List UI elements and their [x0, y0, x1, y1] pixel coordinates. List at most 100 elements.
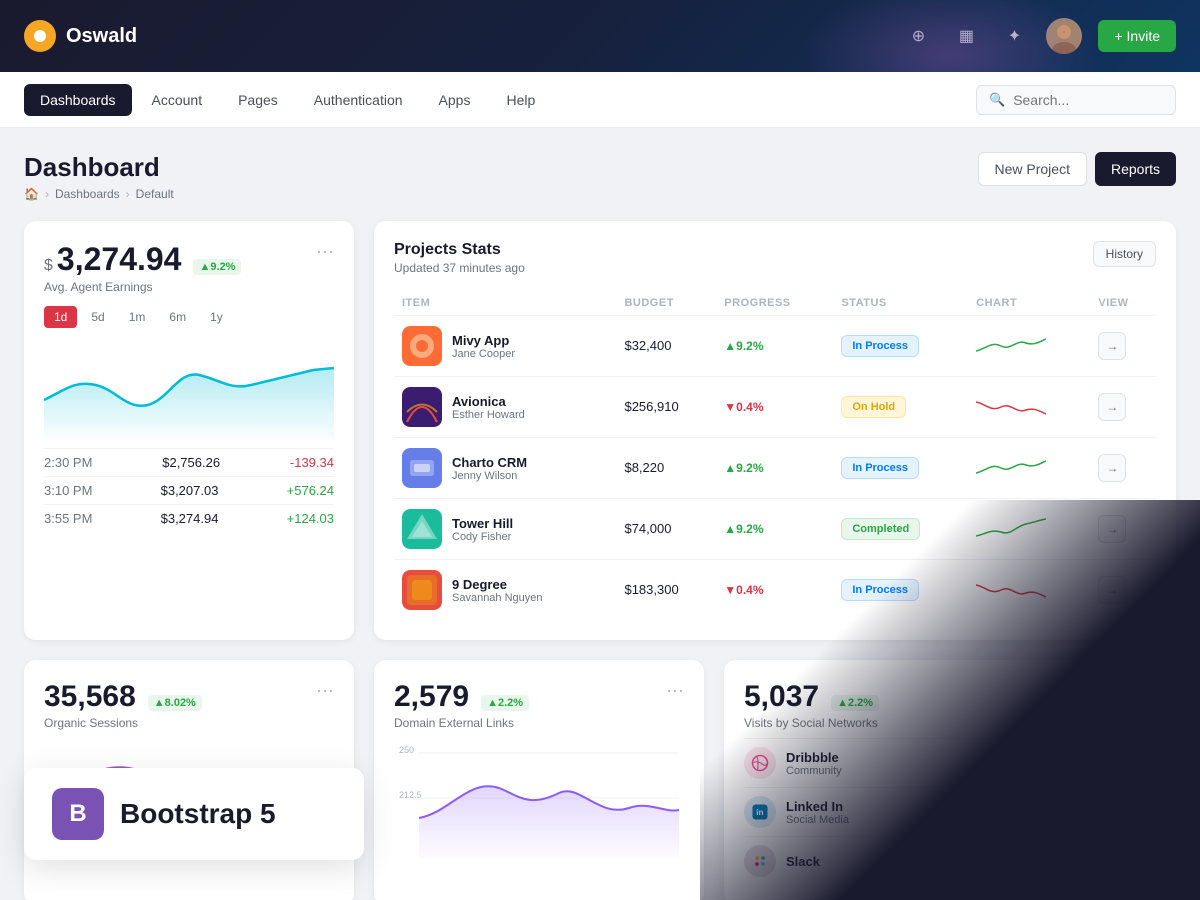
tablet-icon[interactable]: ▦	[950, 20, 982, 52]
nav-account[interactable]: Account	[136, 84, 219, 116]
organic-value: 35,568	[44, 680, 136, 714]
table-row: Mivy AppJane Cooper $32,400 ▲9.2% In Pro…	[394, 316, 1156, 377]
time-row-1: 2:30 PM $2,756.26 -139.34	[44, 448, 334, 476]
nav-help[interactable]: Help	[490, 84, 551, 116]
organic-more-button[interactable]: ···	[316, 680, 334, 701]
domain-links-card: 2,579 ▲2.2% Domain External Links ··· 2	[374, 660, 704, 900]
avatar[interactable]	[1046, 18, 1082, 54]
linkedin-icon: in	[744, 796, 776, 828]
earnings-info: $ 3,274.94 ▲9.2% Avg. Agent Earnings	[44, 241, 241, 294]
bootstrap-label: Bootstrap 5	[120, 798, 276, 830]
projects-card: Projects Stats Updated 37 minutes ago Hi…	[374, 221, 1176, 640]
nav-pages[interactable]: Pages	[222, 84, 294, 116]
projects-info: Projects Stats Updated 37 minutes ago	[394, 241, 525, 275]
mask-icon[interactable]: ⊕	[902, 20, 934, 52]
projects-updated: Updated 37 minutes ago	[394, 261, 525, 275]
period-1y[interactable]: 1y	[200, 306, 233, 328]
earnings-more-button[interactable]: ···	[316, 241, 334, 262]
domain-label: Domain External Links	[394, 716, 529, 730]
breadcrumb: 🏠 › Dashboards › Default	[24, 187, 174, 201]
header-buttons: New Project Reports	[978, 152, 1177, 186]
dribbble-icon	[744, 747, 776, 779]
breadcrumb-default: Default	[136, 187, 174, 201]
earnings-label: Avg. Agent Earnings	[44, 280, 241, 294]
table-header-row: ITEM BUDGET PROGRESS STATUS CHART VIEW	[394, 291, 1156, 316]
logo-text: Oswald	[66, 25, 137, 48]
social-more-button[interactable]: ···	[1138, 680, 1156, 701]
bootstrap-card: B Bootstrap 5	[24, 768, 364, 860]
earnings-badge: ▲9.2%	[193, 259, 241, 275]
social-label: Visits by Social Networks	[744, 716, 879, 730]
project-item: Charto CRMJenny Wilson	[402, 448, 608, 488]
domain-more-button[interactable]: ···	[666, 680, 684, 701]
time-data: 2:30 PM $2,756.26 -139.34 3:10 PM $3,207…	[44, 448, 334, 532]
social-row-dribbble: Dribbble Community 579 ▲2.6%	[744, 738, 1156, 787]
domain-chart: 250 212.5	[394, 738, 684, 858]
reports-button[interactable]: Reports	[1095, 152, 1176, 186]
bootstrap-icon: B	[52, 788, 104, 840]
social-row-linkedin: in Linked In Social Media 1,088 ▼0.4%	[744, 787, 1156, 836]
nav-authentication[interactable]: Authentication	[298, 84, 419, 116]
share-icon[interactable]: ✦	[998, 20, 1030, 52]
earnings-card: $ 3,274.94 ▲9.2% Avg. Agent Earnings ···…	[24, 221, 354, 640]
new-project-button[interactable]: New Project	[978, 152, 1087, 186]
earnings-chart	[44, 340, 334, 440]
table-row: 9 DegreeSavannah Nguyen $183,300 ▼0.4% I…	[394, 560, 1156, 621]
slack-icon	[744, 845, 776, 877]
status-badge: In Process	[841, 579, 919, 601]
nav-dashboards[interactable]: Dashboards	[24, 84, 132, 116]
breadcrumb-home-icon: 🏠	[24, 187, 39, 201]
period-5d[interactable]: 5d	[81, 306, 114, 328]
table-row: AvionicaEsther Howard $256,910 ▼0.4% On …	[394, 377, 1156, 438]
col-progress: PROGRESS	[716, 291, 833, 316]
organic-header: 35,568 ▲8.02% Organic Sessions ···	[44, 680, 334, 730]
topbar: Oswald ⊕ ▦ ✦ + Invite	[0, 0, 1200, 72]
social-networks-card: 5,037 ▲2.2% Visits by Social Networks ··…	[724, 660, 1176, 900]
col-view: VIEW	[1090, 291, 1156, 316]
view-button[interactable]: →	[1098, 576, 1126, 604]
page-header-left: Dashboard 🏠 › Dashboards › Default	[24, 152, 174, 201]
page-title: Dashboard	[24, 152, 174, 183]
social-badge: ▲2.2%	[831, 695, 879, 711]
domain-header: 2,579 ▲2.2% Domain External Links ···	[394, 680, 684, 730]
domain-badge: ▲2.2%	[481, 695, 529, 711]
search-icon: 🔍	[989, 92, 1005, 108]
social-value: 5,037	[744, 680, 819, 714]
projects-table: ITEM BUDGET PROGRESS STATUS CHART VIEW	[394, 291, 1156, 620]
topbar-right: ⊕ ▦ ✦ + Invite	[902, 18, 1176, 54]
search-box: 🔍	[976, 85, 1176, 115]
history-button[interactable]: History	[1093, 241, 1156, 267]
social-header: 5,037 ▲2.2% Visits by Social Networks ··…	[744, 680, 1156, 730]
view-button[interactable]: →	[1098, 454, 1126, 482]
period-1m[interactable]: 1m	[119, 306, 156, 328]
organic-label: Organic Sessions	[44, 716, 202, 730]
time-row-2: 3:10 PM $3,207.03 +576.24	[44, 476, 334, 504]
period-1d[interactable]: 1d	[44, 306, 77, 328]
earnings-header: $ 3,274.94 ▲9.2% Avg. Agent Earnings ···	[44, 241, 334, 294]
logo: Oswald	[24, 20, 137, 52]
view-button[interactable]: →	[1098, 515, 1126, 543]
projects-title: Projects Stats	[394, 241, 525, 259]
svg-text:212.5: 212.5	[399, 790, 422, 800]
view-button[interactable]: →	[1098, 393, 1126, 421]
page-header: Dashboard 🏠 › Dashboards › Default New P…	[24, 152, 1176, 201]
organic-badge: ▲8.02%	[148, 695, 202, 711]
nav-apps[interactable]: Apps	[423, 84, 487, 116]
table-row: Charto CRMJenny Wilson $8,220 ▲9.2% In P…	[394, 438, 1156, 499]
domain-value: 2,579	[394, 680, 469, 714]
col-status: STATUS	[833, 291, 968, 316]
secondary-nav: Dashboards Account Pages Authentication …	[0, 72, 1200, 128]
view-button[interactable]: →	[1098, 332, 1126, 360]
table-row: Tower HillCody Fisher $74,000 ▲9.2% Comp…	[394, 499, 1156, 560]
status-badge: Completed	[841, 518, 920, 540]
status-badge: In Process	[841, 335, 919, 357]
breadcrumb-dashboards[interactable]: Dashboards	[55, 187, 120, 201]
earnings-amount: 3,274.94	[57, 241, 182, 278]
col-chart: CHART	[968, 291, 1090, 316]
project-item: AvionicaEsther Howard	[402, 387, 608, 427]
search-input[interactable]	[1013, 92, 1163, 108]
invite-button[interactable]: + Invite	[1098, 20, 1176, 52]
period-6m[interactable]: 6m	[159, 306, 196, 328]
period-tabs: 1d 5d 1m 6m 1y	[44, 306, 334, 328]
col-item: ITEM	[394, 291, 616, 316]
